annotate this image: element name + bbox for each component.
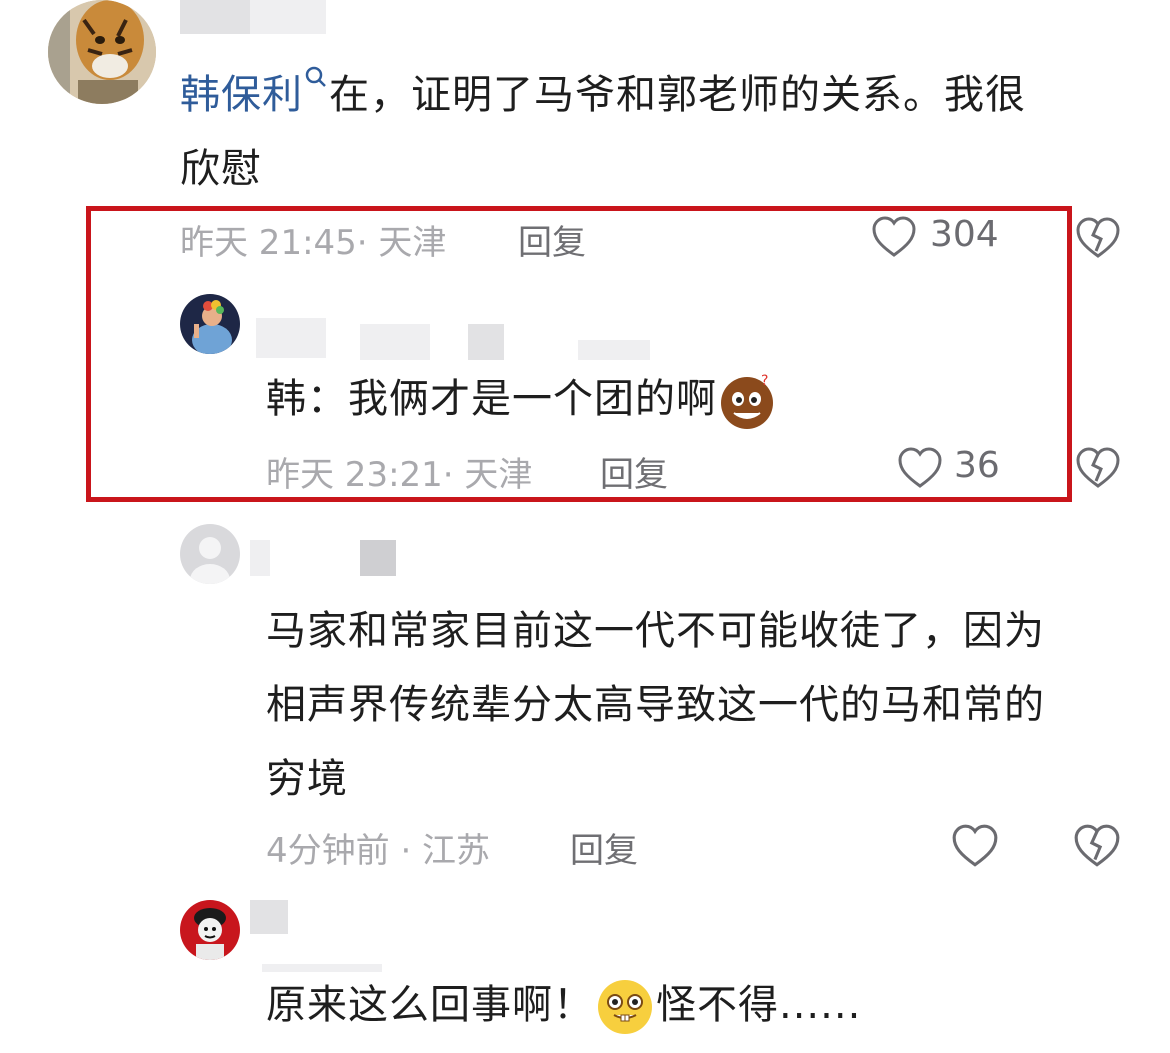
emoji-sweat-icon: ? [717,371,777,431]
comment-text: 原来这么回事啊！ 怪不得...... [266,968,1126,1042]
avatar-default[interactable] [180,524,240,584]
username-blurred-part [360,540,396,576]
avatar-meme[interactable] [180,900,240,960]
heart-icon [898,447,942,488]
svg-text:?: ? [761,373,769,389]
broken-heart-icon[interactable] [1072,822,1122,870]
comment-text: 韩保利 在，证明了马爷和郭老师的关系。我很 欣慰 [180,58,1120,206]
broken-heart-icon[interactable] [1074,445,1122,491]
reply-meta-time-location: 昨天 23:21· 天津 [266,455,533,495]
search-icon[interactable] [303,58,329,98]
username-blurred-part [468,324,504,360]
comment-meta-time-location: 4分钟前 · 江苏 [266,831,491,871]
comment-line-1: 马家和常家目前这一代不可能收徒了，因为 [266,608,1045,654]
username-blurred[interactable] [250,900,288,934]
username-blurred-part [180,0,250,34]
broken-heart-icon[interactable] [1074,215,1122,261]
reply-button[interactable]: 回复 [600,447,668,496]
username-blurred[interactable] [250,540,270,576]
reply-text: 韩：我俩才是一个团的啊? [266,362,1066,436]
avatar-tiger[interactable] [48,0,156,104]
emoji-grin-icon [594,977,656,1037]
heart-icon[interactable] [950,822,1000,870]
comment-line-2: 相声界传统辈分太高导致这一代的马和常的 [266,682,1045,728]
mention-link[interactable]: 韩保利 [180,72,303,118]
comment-line-2: 欣慰 [180,146,262,192]
comment-line-3: 穷境 [266,756,348,802]
comment-line-1: 在，证明了马爷和郭老师的关系。我很 [329,72,1026,118]
comment-text-end: 怪不得...... [656,982,862,1028]
like-count: 36 [954,445,1000,486]
comment-text: 马家和常家目前这一代不可能收徒了，因为 相声界传统辈分太高导致这一代的马和常的 … [266,594,1146,816]
reply-text-content: 韩：我俩才是一个团的啊 [266,376,717,422]
comment-text-start: 原来这么回事啊！ [266,982,594,1028]
like-button[interactable]: 36 [896,445,1016,493]
username-blurred-part [578,340,650,360]
reply-button[interactable]: 回复 [570,823,638,872]
username-blurred[interactable] [256,318,326,358]
username-blurred-part [360,324,430,360]
avatar-reply-user[interactable] [180,294,240,354]
